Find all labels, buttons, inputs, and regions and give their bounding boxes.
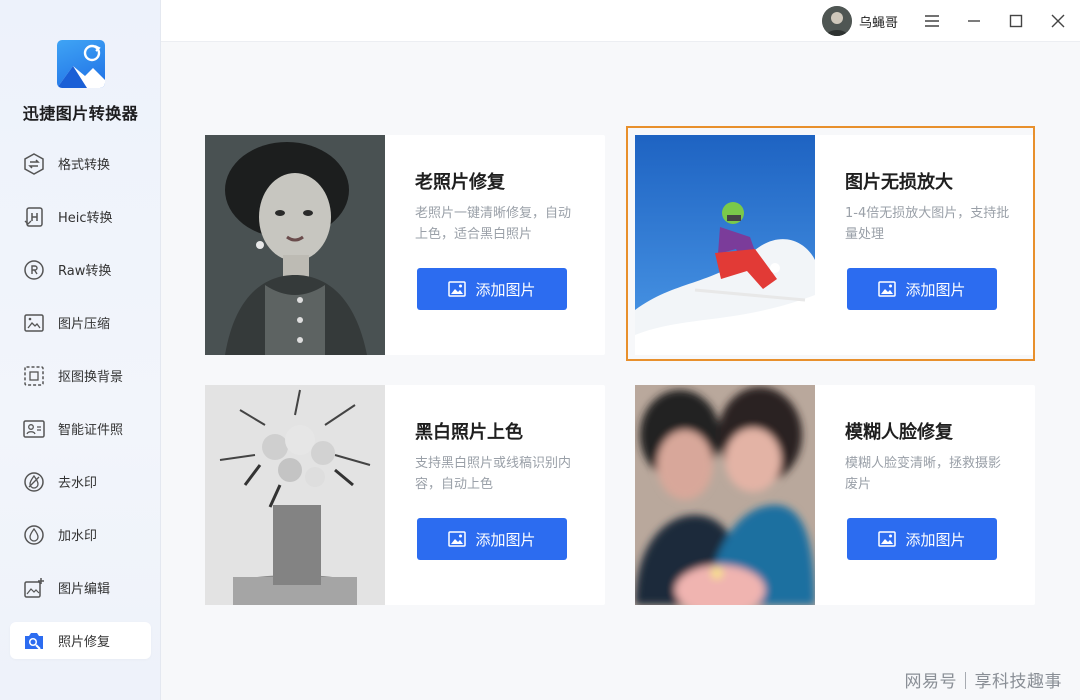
image-icon [448,281,467,297]
image-icon [878,531,897,547]
image-icon [878,281,897,297]
compress-icon [22,311,46,335]
sidebar-item-photo-repair[interactable]: 照片修复 [10,622,151,659]
sidebar-item-cutout[interactable]: 抠图换背景 [10,357,151,394]
card-description: 1-4倍无损放大图片，支持批量处理 [845,206,1010,242]
card-title: 模糊人脸修复 [845,422,953,443]
photo-repair-icon [22,629,46,653]
card-title: 图片无损放大 [845,172,953,193]
image-icon [448,531,467,547]
minimize-icon [968,20,980,22]
hamburger-menu-icon [925,15,939,27]
app-title: 迅捷图片转换器 [22,104,139,123]
sidebar-item-label: 图片编辑 [58,582,111,597]
sidebar-item-remove-watermark[interactable]: 去水印 [10,463,151,500]
sidebar: 迅捷图片转换器 格式转换 Heic转换 Raw转换 图片压缩 抠图换背景 智能证… [0,0,161,700]
maximize-button[interactable] [1004,9,1028,33]
skier-image [635,135,815,355]
username[interactable]: 乌蝇哥 [859,12,898,31]
card-old-photo-repair: 老照片修复 老照片一键清晰修复，自动上色，适合黑白照片 添加图片 [205,135,605,355]
add-image-label: 添加图片 [475,530,536,549]
sidebar-item-label: 智能证件照 [58,423,124,438]
sidebar-item-label: Heic转换 [58,211,113,226]
remove-watermark-icon [22,470,46,494]
image-edit-icon [22,576,46,600]
id-photo-icon [22,417,46,441]
sidebar-item-id-photo[interactable]: 智能证件照 [10,410,151,447]
sidebar-item-label: 照片修复 [58,635,111,650]
title-bar: 乌蝇哥 [161,0,1080,42]
add-image-button[interactable]: 添加图片 [417,518,567,560]
card-blurry-face-repair: 模糊人脸修复 模糊人脸变清晰，拯救摄影废片 添加图片 [635,385,1035,605]
cutout-icon [22,364,46,388]
add-image-button[interactable]: 添加图片 [847,518,997,560]
blurry-couple-image [635,385,815,605]
add-image-label: 添加图片 [475,280,536,299]
sidebar-item-label: 加水印 [58,529,98,544]
close-button[interactable] [1046,9,1070,33]
format-convert-icon [22,152,46,176]
add-image-button[interactable]: 添加图片 [417,268,567,310]
flower-vase-image [205,385,385,605]
add-image-button[interactable]: 添加图片 [847,268,997,310]
card-title: 老照片修复 [415,172,505,193]
add-image-label: 添加图片 [905,530,966,549]
menu-button[interactable] [920,9,944,33]
card-description: 模糊人脸变清晰，拯救摄影废片 [845,456,1002,492]
close-icon [1051,14,1065,28]
sidebar-item-add-watermark[interactable]: 加水印 [10,516,151,553]
sidebar-item-label: 去水印 [58,476,98,491]
watermark-text: 网易号｜享科技趣事 [904,672,1062,692]
app-logo-icon [57,40,105,88]
heic-icon [22,205,46,229]
sidebar-nav: 格式转换 Heic转换 Raw转换 图片压缩 抠图换背景 智能证件照 去水印 加… [10,145,151,675]
card-title: 黑白照片上色 [415,422,523,443]
maximize-icon [1009,14,1023,28]
sidebar-item-compress[interactable]: 图片压缩 [10,304,151,341]
card-bw-colorize: 黑白照片上色 支持黑白照片或线稿识别内容，自动上色 添加图片 [205,385,605,605]
sidebar-item-raw[interactable]: Raw转换 [10,251,151,288]
sidebar-item-format-convert[interactable]: 格式转换 [10,145,151,182]
card-description: 支持黑白照片或线稿识别内容，自动上色 [415,456,572,492]
sidebar-item-image-edit[interactable]: 图片编辑 [10,569,151,606]
avatar[interactable] [822,6,852,36]
card-description: 老照片一键清晰修复，自动上色，适合黑白照片 [415,206,572,242]
minimize-button[interactable] [962,9,986,33]
card-lossless-upscale: 图片无损放大 1-4倍无损放大图片，支持批量处理 添加图片 [635,135,1035,355]
sidebar-item-label: 图片压缩 [58,317,111,332]
add-image-label: 添加图片 [905,280,966,299]
sidebar-item-label: 抠图换背景 [58,370,124,385]
raw-icon [22,258,46,282]
sidebar-item-heic[interactable]: Heic转换 [10,198,151,235]
sidebar-item-label: Raw转换 [58,264,112,279]
old-photo-image [205,135,385,355]
add-watermark-icon [22,523,46,547]
sidebar-item-label: 格式转换 [58,158,111,173]
